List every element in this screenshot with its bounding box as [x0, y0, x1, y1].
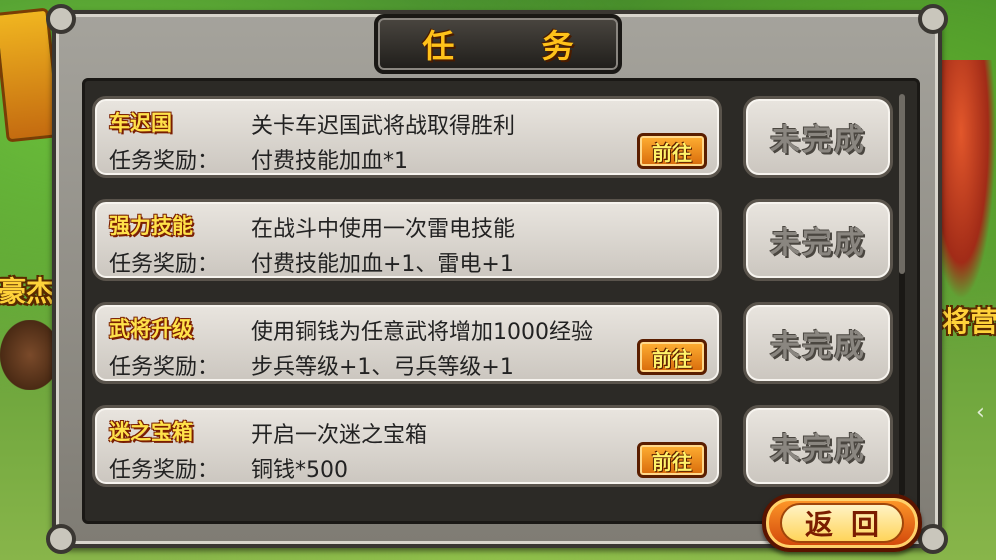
scrollbar[interactable]: [899, 94, 905, 496]
back-button[interactable]: 返回: [762, 494, 922, 552]
back-button-label: 返回: [780, 503, 904, 543]
corner-ornament-icon: [46, 524, 76, 554]
dialog-title-plate: 任 务: [374, 14, 622, 74]
task-name: 强力技能: [109, 214, 193, 238]
task-reward-label: 任务奖励：: [109, 149, 220, 174]
dialog-title: 任 务: [422, 27, 612, 65]
task-reward-label: 任务奖励：: [109, 355, 220, 380]
task-status-button[interactable]: 未完成: [743, 96, 893, 178]
task-status-button[interactable]: 未完成: [743, 405, 893, 487]
background-rock: [0, 320, 60, 390]
task-reward-value: 铜钱*500: [251, 458, 348, 483]
corner-ornament-icon: [918, 524, 948, 554]
task-description: 在战斗中使用一次雷电技能: [251, 217, 516, 242]
task-status-button[interactable]: 未完成: [743, 302, 893, 384]
goto-button[interactable]: 前往: [637, 442, 707, 478]
task-card: 武将升级 使用铜钱为任意武将增加1000经验任务奖励： 步兵等级+1、弓兵等级+1 前…: [92, 302, 722, 384]
task-reward-label: 任务奖励：: [109, 458, 220, 483]
task-description: 关卡车迟国武将战取得胜利: [251, 114, 516, 139]
goto-button[interactable]: 前往: [637, 133, 707, 169]
task-reward-value: 付费技能加血+1、雷电+1: [251, 252, 514, 277]
goto-button[interactable]: 前往: [637, 339, 707, 375]
task-name: 迷之宝箱: [109, 420, 193, 444]
task-status-button[interactable]: 未完成: [743, 199, 893, 281]
task-reward-value: 步兵等级+1、弓兵等级+1: [251, 355, 514, 380]
corner-ornament-icon: [918, 4, 948, 34]
side-arrow-icon[interactable]: ‹: [976, 400, 990, 426]
task-reward-label: 任务奖励：: [109, 252, 220, 277]
task-card: 车迟国 关卡车迟国武将战取得胜利任务奖励： 付费技能加血*1 前往: [92, 96, 722, 178]
task-name: 武将升级: [109, 317, 193, 341]
corner-ornament-icon: [46, 4, 76, 34]
task-reward-value: 付费技能加血*1: [251, 149, 408, 174]
task-description: 开启一次迷之宝箱: [251, 423, 428, 448]
task-description: 使用铜钱为任意武将增加1000经验: [251, 320, 593, 345]
task-card: 迷之宝箱 开启一次迷之宝箱任务奖励： 铜钱*500 前往: [92, 405, 722, 487]
background-building-sign-right: 将营: [941, 305, 996, 338]
task-card: 强力技能 在战斗中使用一次雷电技能任务奖励： 付费技能加血+1、雷电+1: [92, 199, 722, 281]
scrollbar-thumb[interactable]: [899, 94, 905, 274]
task-name: 车迟国: [109, 111, 172, 135]
